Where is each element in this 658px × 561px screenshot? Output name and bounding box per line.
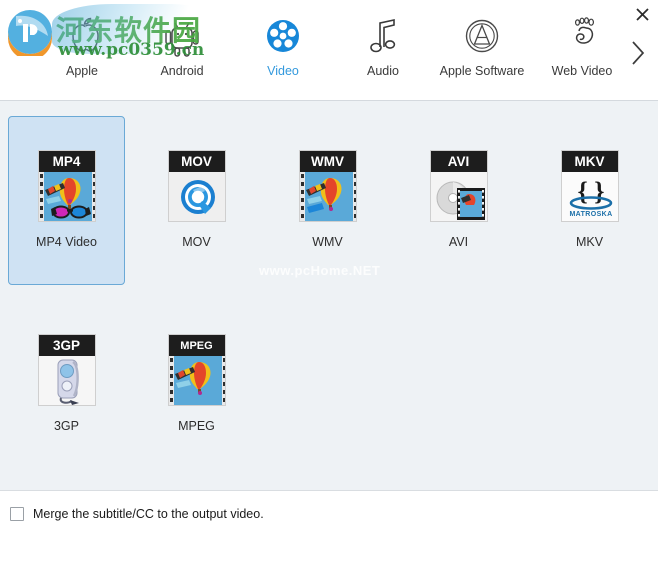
format-tile-label: AVI	[448, 235, 469, 249]
format-icon-frame: MPEG	[167, 334, 226, 406]
format-thumbnail-art	[38, 356, 95, 405]
format-badge: WMV	[299, 151, 356, 172]
format-thumbnail: MPEG	[167, 334, 226, 406]
close-button[interactable]	[630, 2, 654, 26]
format-art	[430, 172, 487, 221]
format-thumbnail-art	[299, 172, 356, 221]
output-format-dialog: Apple Android Video Audio Apple Software Web …	[0, 0, 658, 561]
category-tab-web-video[interactable]: Web Video	[530, 10, 634, 90]
category-tab-apple-software[interactable]: Apple Software	[430, 10, 534, 90]
category-tab-label: Video	[267, 64, 299, 78]
format-tile-mkv[interactable]: MKV { } MATROSKA MKV	[531, 116, 648, 285]
format-art	[38, 356, 95, 405]
format-thumbnail-art	[430, 172, 487, 221]
format-tile-3gp[interactable]: 3GP 3GP	[8, 300, 125, 469]
category-header: Apple Android Video Audio Apple Software Web …	[0, 0, 658, 101]
film-reel-icon	[267, 20, 299, 52]
android-robot-icon	[156, 10, 208, 62]
apple-logo-icon	[72, 17, 99, 52]
format-thumbnail: MKV { } MATROSKA	[560, 150, 619, 222]
format-tile-label: WMV	[312, 235, 343, 249]
format-tile-avi[interactable]: AVI AVI	[400, 116, 517, 285]
apple-logo-icon	[56, 10, 108, 62]
format-tile-mpeg[interactable]: MPEG MPEG	[138, 300, 255, 469]
format-thumbnail: 3GP	[37, 334, 96, 406]
chevron-right-icon	[632, 41, 645, 65]
format-thumbnail: MOV	[167, 150, 226, 222]
format-badge: MKV	[561, 151, 618, 172]
format-art	[299, 172, 356, 221]
format-badge: MPEG	[168, 335, 225, 356]
format-art	[38, 172, 95, 221]
category-tab-audio[interactable]: Audio	[331, 10, 435, 90]
format-thumbnail-art	[38, 172, 95, 221]
format-thumbnail-art	[168, 356, 225, 405]
category-tabs: Apple Android Video Audio Apple Software Web …	[0, 10, 625, 92]
format-thumbnail-art: { } MATROSKA	[561, 172, 618, 221]
format-tile-mov[interactable]: MOV MOV	[138, 116, 255, 285]
format-art: { } MATROSKA	[561, 172, 618, 221]
format-icon-frame: 3GP	[37, 334, 96, 406]
svg-text:{ }: { }	[577, 177, 604, 206]
app-store-icon	[456, 10, 508, 62]
format-grid: MP4 MP4 Video MOV MOV WMV WMV AVI AVI MKV { } MATR…	[0, 101, 658, 490]
category-tab-label: Audio	[367, 64, 399, 78]
format-thumbnail-art	[168, 172, 225, 221]
format-icon-frame: WMV	[298, 150, 357, 222]
format-icon-frame: MOV	[167, 150, 226, 222]
film-reel-icon	[257, 10, 309, 62]
app-store-icon	[465, 19, 499, 53]
category-tab-label: Android	[160, 64, 204, 78]
category-tab-label: Apple Software	[439, 64, 525, 78]
category-tab-label: Web Video	[551, 64, 613, 78]
format-badge: MOV	[168, 151, 225, 172]
category-tab-android[interactable]: Android	[130, 10, 234, 90]
format-icon-frame: MP4	[37, 150, 96, 222]
format-tile-wmv[interactable]: WMV WMV	[269, 116, 386, 285]
format-tile-label: MPEG	[178, 419, 215, 433]
format-badge: 3GP	[38, 335, 95, 356]
format-thumbnail: AVI	[429, 150, 488, 222]
merge-subtitle-checkbox[interactable]	[10, 507, 24, 521]
merge-subtitle-label: Merge the subtitle/CC to the output vide…	[33, 507, 264, 521]
category-tab-label: Apple	[66, 64, 98, 78]
format-tile-mp4-video[interactable]: MP4 MP4 Video	[8, 116, 125, 285]
merge-subtitle-option[interactable]: Merge the subtitle/CC to the output vide…	[10, 507, 264, 521]
next-category-button[interactable]	[623, 33, 653, 73]
category-tab-apple[interactable]: Apple	[30, 10, 134, 90]
dialog-footer: Merge the subtitle/CC to the output vide…	[0, 490, 658, 561]
format-art	[168, 356, 225, 405]
svg-text:MATROSKA: MATROSKA	[569, 211, 612, 218]
close-icon	[635, 7, 649, 21]
category-tab-video[interactable]: Video	[231, 10, 335, 90]
format-thumbnail: WMV	[298, 150, 357, 222]
format-tile-label: MKV	[575, 235, 604, 249]
format-tile-label: MOV	[182, 235, 211, 249]
format-badge: AVI	[430, 151, 487, 172]
format-icon-frame: AVI	[429, 150, 488, 222]
format-tile-label: 3GP	[53, 419, 79, 433]
format-art	[168, 172, 225, 221]
format-badge: MP4	[38, 151, 95, 172]
music-note-icon	[357, 10, 409, 62]
format-icon-frame: MKV { } MATROSKA	[560, 150, 619, 222]
music-note-icon	[370, 19, 396, 53]
web-video-footprint-icon	[556, 10, 608, 62]
format-thumbnail: MP4	[37, 150, 96, 222]
web-video-footprint-icon	[575, 17, 595, 44]
android-robot-icon	[165, 22, 199, 57]
format-tile-label: MP4 Video	[36, 235, 97, 249]
